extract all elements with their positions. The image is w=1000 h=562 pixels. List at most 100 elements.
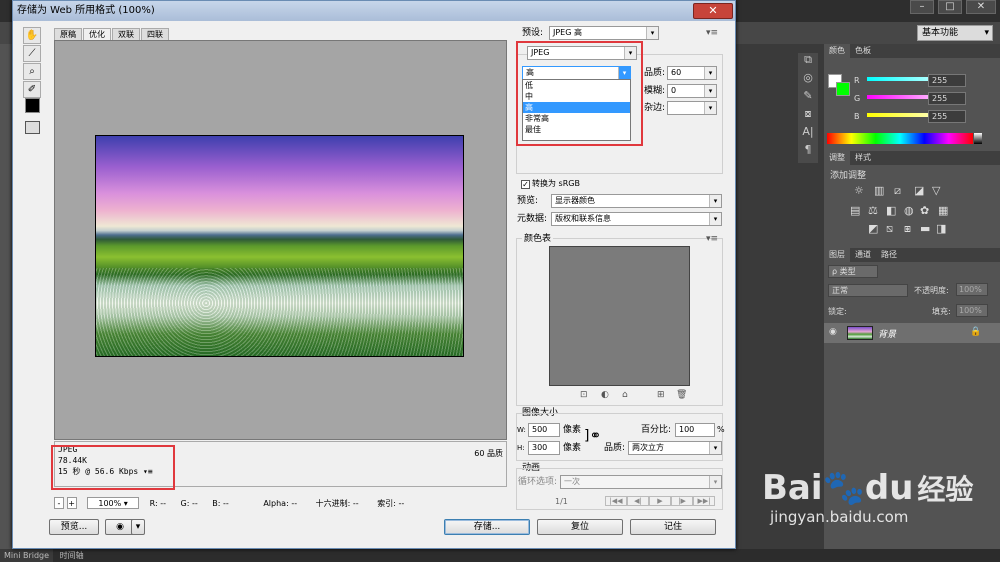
curves-icon[interactable]: ⧄ [894,184,901,198]
delete-color-icon[interactable]: 🗑 [676,390,687,400]
preset-select[interactable]: JPEG 高 ▾ [549,26,659,40]
history-icon[interactable]: ⧉ [798,53,818,71]
lock-color-icon[interactable]: ◐ [601,390,609,400]
layer-row[interactable]: ◉ 背景 🔒 [824,323,1000,343]
browser-dropdown[interactable]: ▾ [131,519,145,535]
b-value[interactable]: 255 [928,110,966,123]
fill-label: 填充: [932,307,951,316]
fill-input[interactable]: 100% [956,304,988,317]
last-frame-icon[interactable]: ▶▶| [693,496,715,506]
color-spectrum[interactable] [827,133,973,144]
new-color-icon[interactable]: ⊞ [657,390,665,400]
preview-area[interactable] [54,40,507,440]
background-color[interactable] [836,82,850,96]
blur-value: 0 [671,86,677,95]
chevron-down-icon: ▾ [709,195,721,207]
reset-button[interactable]: 复位 [537,519,623,535]
workspace-select[interactable]: 基本功能 ▾ [917,25,993,41]
zoom-out-button[interactable]: - [54,497,64,509]
tab-paths[interactable]: 路径 [876,248,902,262]
vibrance-icon[interactable]: ▽ [932,184,940,197]
preview-button[interactable]: 预览... [49,519,99,535]
exposure-icon[interactable]: ◪ [914,184,924,197]
quality-input[interactable]: 60 ▾ [667,66,717,80]
tab-optimized[interactable]: 优化 [83,28,111,40]
hand-tool-icon[interactable]: ✋ [23,27,41,44]
minimize-button[interactable]: – [910,0,934,14]
save-button[interactable]: 存储... [444,519,530,535]
info-icon[interactable]: ◎ [798,71,818,89]
zoom-tool-icon[interactable]: ⌕ [23,63,41,80]
hue-icon[interactable]: ▤ [850,204,860,217]
close-app-button[interactable]: ✕ [966,0,996,14]
maximize-button[interactable]: □ [938,0,962,14]
lock-icon: 🔒 [970,327,982,337]
web-snap-icon[interactable]: ⊡ [580,390,588,400]
layer-name[interactable]: 背景 [878,327,896,340]
balance-icon[interactable]: ⚖ [868,204,878,217]
tab-swatches[interactable]: 色板 [850,44,876,58]
gradient-map-icon[interactable]: ▬ [920,222,930,235]
selective-color-icon[interactable]: ◨ [936,222,946,235]
first-frame-icon[interactable]: |◀◀ [605,496,627,506]
tab-original[interactable]: 原稿 [54,28,82,40]
character-icon[interactable]: A| [798,125,818,143]
matte-select[interactable]: ▾ [667,101,717,115]
tab-layers[interactable]: 图层 [824,248,850,262]
brightness-icon[interactable]: ☼ [854,184,864,197]
posterize-icon[interactable]: ⧅ [886,222,893,236]
width-input[interactable]: 500 [528,423,560,437]
panel-menu-icon[interactable]: ▾≡ [706,28,718,38]
eyedropper-color-swatch[interactable] [25,98,40,113]
eyedropper-icon[interactable]: ✐ [23,81,41,98]
bw-icon[interactable]: ◧ [886,204,896,217]
metadata-select[interactable]: 版权和联系信息 ▾ [551,212,722,226]
tab-2-up[interactable]: 双联 [112,28,140,40]
next-frame-icon[interactable]: |▶ [671,496,693,506]
slice-select-icon[interactable]: ⟋ [23,45,41,62]
brush-icon[interactable]: ✎ [798,89,818,107]
paw-icon: 🐾 [822,468,865,508]
levels-icon[interactable]: ▥ [874,184,884,197]
toggle-slices-icon[interactable] [25,121,40,134]
opacity-input[interactable]: 100% [956,283,988,296]
tab-adjustments[interactable]: 调整 [824,151,850,165]
convert-srgb-checkbox[interactable]: ✓ [521,180,530,189]
prev-frame-icon[interactable]: ◀| [627,496,649,506]
lookup-icon[interactable]: ▦ [938,204,948,217]
eye-icon[interactable]: ◉ [829,327,837,337]
color-table-menu-icon[interactable]: ▾≡ [706,234,718,244]
tab-mini-bridge[interactable]: Mini Bridge [0,549,54,562]
link-constrain-icon[interactable]: ]⚭ [584,428,601,444]
tab-color[interactable]: 颜色 [824,44,850,58]
tab-timeline[interactable]: 时间轴 [56,549,88,562]
height-input[interactable]: 300 [528,441,560,455]
dialog-close-button[interactable]: ✕ [693,3,733,19]
web-shift-icon[interactable]: ⌂ [622,390,628,400]
bw-ramp[interactable] [974,133,982,144]
color-table[interactable] [549,246,690,386]
invert-icon[interactable]: ◩ [868,222,878,235]
g-value[interactable]: 255 [928,92,966,105]
resample-select[interactable]: 两次立方 ▾ [628,441,722,455]
r-value[interactable]: 255 [928,74,966,87]
remember-button[interactable]: 记住 [630,519,716,535]
tab-4-up[interactable]: 四联 [141,28,169,40]
loop-select[interactable]: 一次 ▾ [560,475,722,489]
layer-kind-filter[interactable]: ρ 类型 [828,265,878,278]
threshold-icon[interactable]: ⧆ [904,222,911,236]
blur-input[interactable]: 0 ▾ [667,84,717,98]
zoom-select[interactable]: 100% ▾ [87,497,140,509]
preview-select[interactable]: 显示器颜色 ▾ [551,194,722,208]
clone-icon[interactable]: ⧇ [798,107,818,125]
mixer-icon[interactable]: ✿ [920,204,929,217]
adjust-panel-tabs: 调整 样式 [824,151,1000,165]
photo-filter-icon[interactable]: ◍ [904,204,914,217]
blend-mode-select[interactable]: 正常 [828,284,908,297]
zoom-in-button[interactable]: + [66,497,77,509]
play-icon[interactable]: ▶ [649,496,671,506]
percent-input[interactable]: 100 [675,423,715,437]
paragraph-icon[interactable]: ¶ [798,143,818,161]
tab-channels[interactable]: 通道 [850,248,876,262]
tab-styles[interactable]: 样式 [850,151,876,165]
